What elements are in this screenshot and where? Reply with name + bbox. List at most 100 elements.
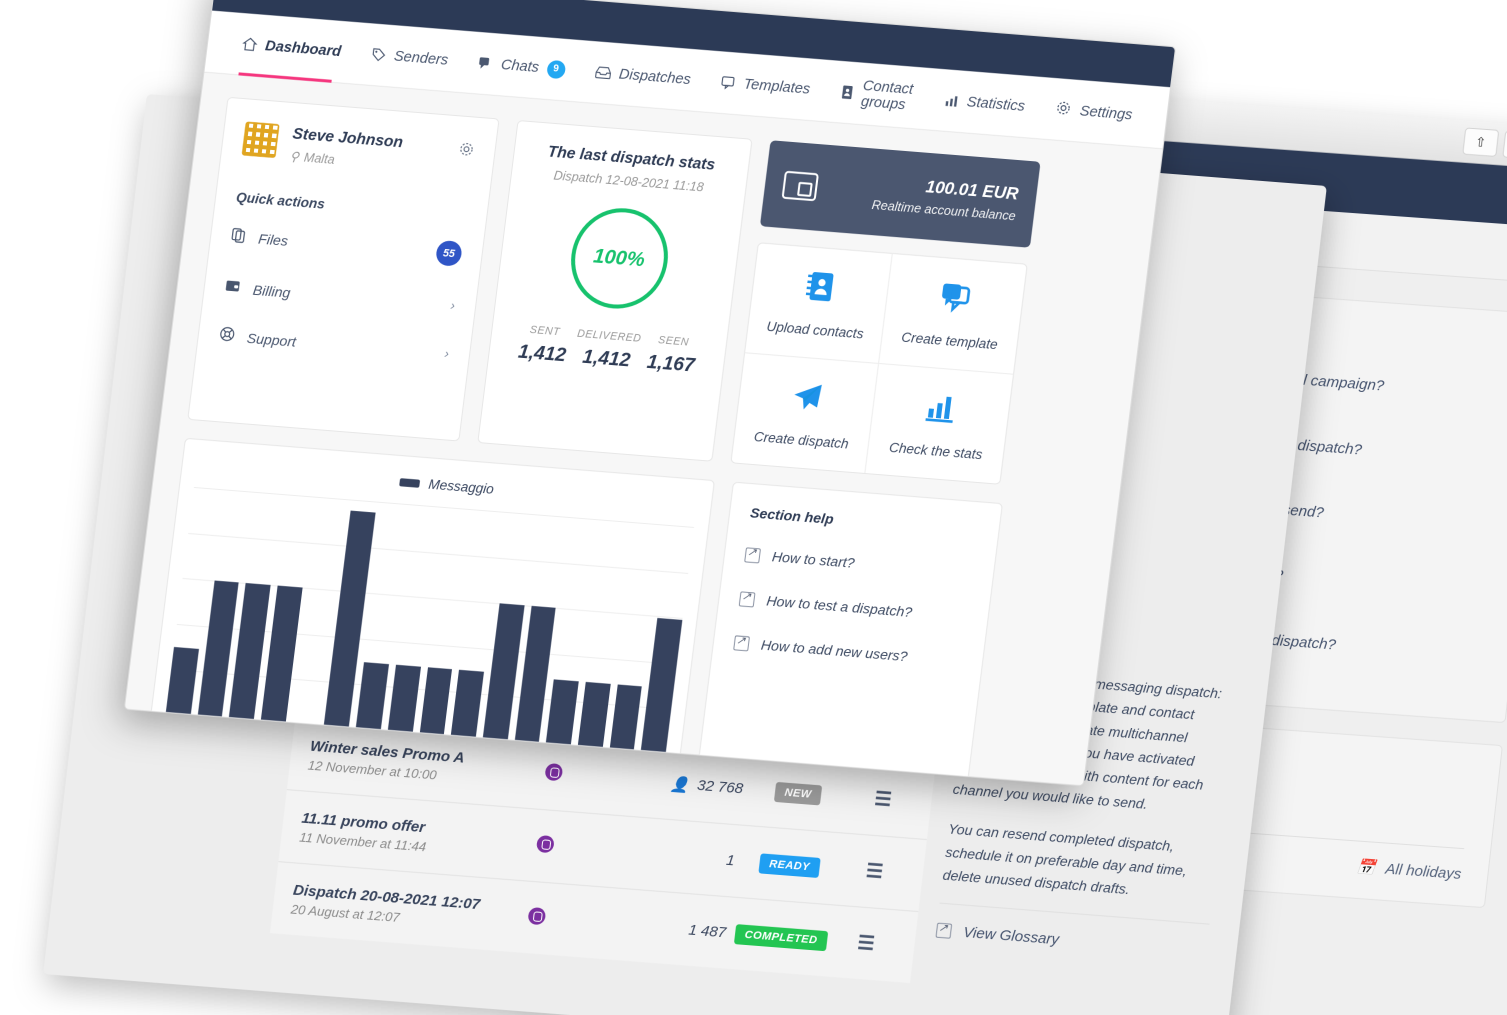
nav-item-contact-groups[interactable]: Contact groups (836, 61, 917, 128)
billing-icon (224, 278, 242, 296)
menu-icon[interactable]: ☰ (843, 858, 906, 886)
status-badge: READY (733, 851, 845, 880)
chart-bar (640, 618, 683, 755)
stats-metrics: SENT 1,412 DELIVERED 1,412 SEEN 1,167 (505, 316, 712, 378)
contacts-book-icon (839, 84, 855, 100)
side-paragraph-2: You can resend completed dispatch, sched… (941, 820, 1188, 897)
nav-item-statistics[interactable]: Statistics (940, 70, 1029, 137)
nav-label: Senders (393, 48, 450, 69)
view-glossary-label: View Glossary (962, 923, 1060, 949)
profile-header: Steve Johnson ⚲ Malta (241, 121, 476, 177)
dispatch-count: 32 768 (696, 776, 745, 798)
home-icon (241, 36, 258, 52)
metric-value: 1,412 (581, 346, 632, 372)
chart-bar (450, 669, 484, 740)
gear-icon (1054, 99, 1073, 120)
status-badge: NEW (742, 779, 854, 808)
chart-bar (545, 679, 579, 748)
inbox-icon (594, 65, 612, 81)
dispatch-name-cell: Winter sales Promo A 12 November at 10:0… (307, 738, 515, 789)
viber-icon (503, 832, 586, 860)
profile-name: Steve Johnson (291, 125, 404, 152)
nav-item-chats[interactable]: Chats 9 (474, 32, 569, 100)
dispatch-count: 1 487 (687, 921, 728, 942)
dashboard-window: Dashboard Senders Chats 9 Dispatches Tem… (123, 0, 1177, 787)
chart-bars (165, 487, 695, 755)
settings-label: Settings (1078, 102, 1134, 124)
profile-location-label: Malta (303, 149, 336, 167)
external-link-icon (935, 922, 953, 939)
nav-item-dispatches[interactable]: Dispatches (591, 42, 694, 111)
external-link-icon (733, 634, 751, 651)
wallet-icon (781, 170, 819, 202)
status-badge: COMPLETED (725, 923, 837, 952)
nav-item-senders[interactable]: Senders (367, 24, 452, 91)
delivery-rate-gauge: 100% (564, 204, 674, 313)
chevron-right-icon: › (449, 297, 456, 313)
delivery-rate-value: 100% (592, 244, 647, 271)
tile-label: Check the stats (888, 439, 984, 463)
profile-location: ⚲ Malta (289, 148, 401, 172)
nav-item-dashboard[interactable]: Dashboard (239, 13, 345, 82)
nav-label: Chats (500, 56, 540, 76)
files-count-badge: 55 (434, 239, 463, 267)
help-link-label: How to add new users? (760, 636, 909, 665)
contacts-book-icon (757, 266, 883, 313)
avatar (241, 121, 280, 159)
gear-icon[interactable] (457, 141, 476, 163)
bar-chart-icon (943, 93, 960, 109)
menu-icon[interactable]: ☰ (835, 930, 898, 958)
dispatch-count-cell: 👤 32 768 (592, 768, 744, 798)
support-icon (218, 325, 236, 345)
nav-label: Dispatches (617, 66, 692, 88)
nav-label: Dashboard (264, 37, 343, 60)
account-balance-card[interactable]: 100.01 EUR Realtime account balance (759, 140, 1041, 248)
metric-delivered: DELIVERED 1,412 (573, 328, 642, 373)
pin-icon: ⚲ (289, 149, 300, 165)
view-glossary-link[interactable]: View Glossary (935, 902, 1210, 960)
nav-item-settings[interactable]: Settings (1054, 99, 1134, 125)
nav-label: Statistics (965, 93, 1026, 115)
nav-label: Templates (742, 76, 812, 98)
tabs-icon[interactable]: ☐ (1502, 130, 1507, 160)
template-icon (720, 75, 737, 91)
chart-bar (577, 681, 611, 750)
dispatch-count-cell: 1 487 (575, 913, 728, 942)
template-bubble-icon (891, 276, 1018, 323)
viber-icon (495, 904, 578, 932)
metric-value: 1,412 (517, 341, 568, 367)
share-icon[interactable]: ⇧ (1462, 127, 1500, 157)
screenshot-stage: ↻ ⇧ ☐ + Statistics ⚙ Settings Section he… (0, 0, 1507, 1015)
paper-plane-icon (744, 376, 870, 423)
quick-tiles-grid: Upload contacts Create template Create d… (730, 242, 1028, 485)
dashboard-content: Steve Johnson ⚲ Malta Quick actions File… (124, 73, 1163, 787)
chart-bar (419, 666, 453, 738)
tile-check-the-stats[interactable]: Check the stats (865, 364, 1013, 484)
bar-chart-icon (878, 386, 1005, 433)
tile-create-dispatch[interactable]: Create dispatch (731, 353, 879, 473)
nav-label: Contact groups (860, 77, 915, 114)
external-link-icon (738, 590, 756, 607)
tile-create-template[interactable]: Create template (879, 254, 1027, 375)
dispatch-name-cell: Dispatch 20-08-2021 12:07 20 August at 1… (290, 882, 498, 933)
last-dispatch-stats-card: The last dispatch stats Dispatch 12-08-2… (477, 119, 753, 462)
chart-bar (609, 684, 643, 753)
quick-action-label: Support (246, 329, 298, 350)
tile-upload-contacts[interactable]: Upload contacts (745, 243, 893, 364)
quick-action-label: Files (257, 230, 289, 249)
holiday-all-holidays-button[interactable]: 📅 All holidays (1356, 858, 1463, 884)
chat-icon (477, 55, 494, 71)
external-link-icon (744, 546, 762, 563)
quick-action-label: Billing (252, 281, 292, 301)
nav-item-templates[interactable]: Templates (717, 52, 814, 120)
viber-icon (512, 760, 595, 788)
balance-and-actions-column: 100.01 EUR Realtime account balance Uplo… (730, 140, 1041, 485)
group-icon: 👤 (669, 775, 691, 794)
metric-label: SENT (529, 324, 561, 339)
holiday-all-label: All holidays (1384, 860, 1463, 883)
help-link-label: How to test a dispatch? (765, 592, 914, 621)
legend-label: Messaggio (427, 476, 495, 497)
chart-bar (165, 646, 199, 717)
menu-icon[interactable]: ☰ (852, 786, 915, 814)
section-help-title: Section help (749, 504, 835, 527)
